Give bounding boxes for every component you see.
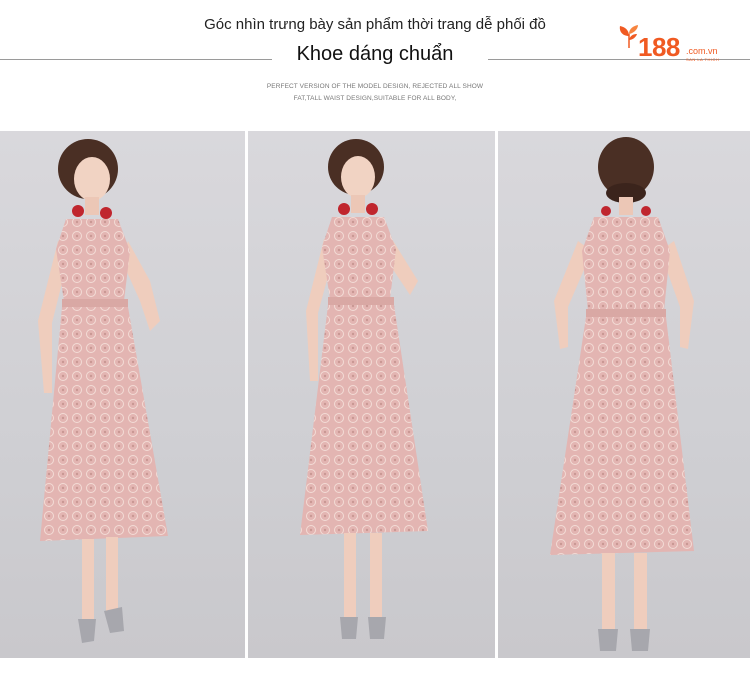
- headline-text: Khoe dáng chuẩn: [286, 43, 464, 65]
- model-illustration: [38, 139, 168, 643]
- brand-logo[interactable]: 188 .com.vn SAN LA THICH: [618, 24, 736, 64]
- product-photo-back: [498, 131, 750, 658]
- product-photo-front-left: [0, 131, 245, 658]
- logo-tagline: SAN LA THICH: [686, 57, 720, 62]
- product-photo-front: [248, 131, 495, 658]
- logo-domain: .com.vn: [686, 46, 718, 56]
- model-illustration: [550, 137, 694, 651]
- subtitle-line-2: FAT,TALL WAIST DESIGN,SUITABLE FOR ALL B…: [293, 95, 457, 102]
- model-illustration: [300, 139, 428, 639]
- subtitle-line-1: PERFECT VERSION OF THE MODEL DESIGN, REJ…: [266, 83, 484, 90]
- leaf-sprout-icon: [619, 25, 638, 49]
- logo-number: 188: [638, 32, 680, 62]
